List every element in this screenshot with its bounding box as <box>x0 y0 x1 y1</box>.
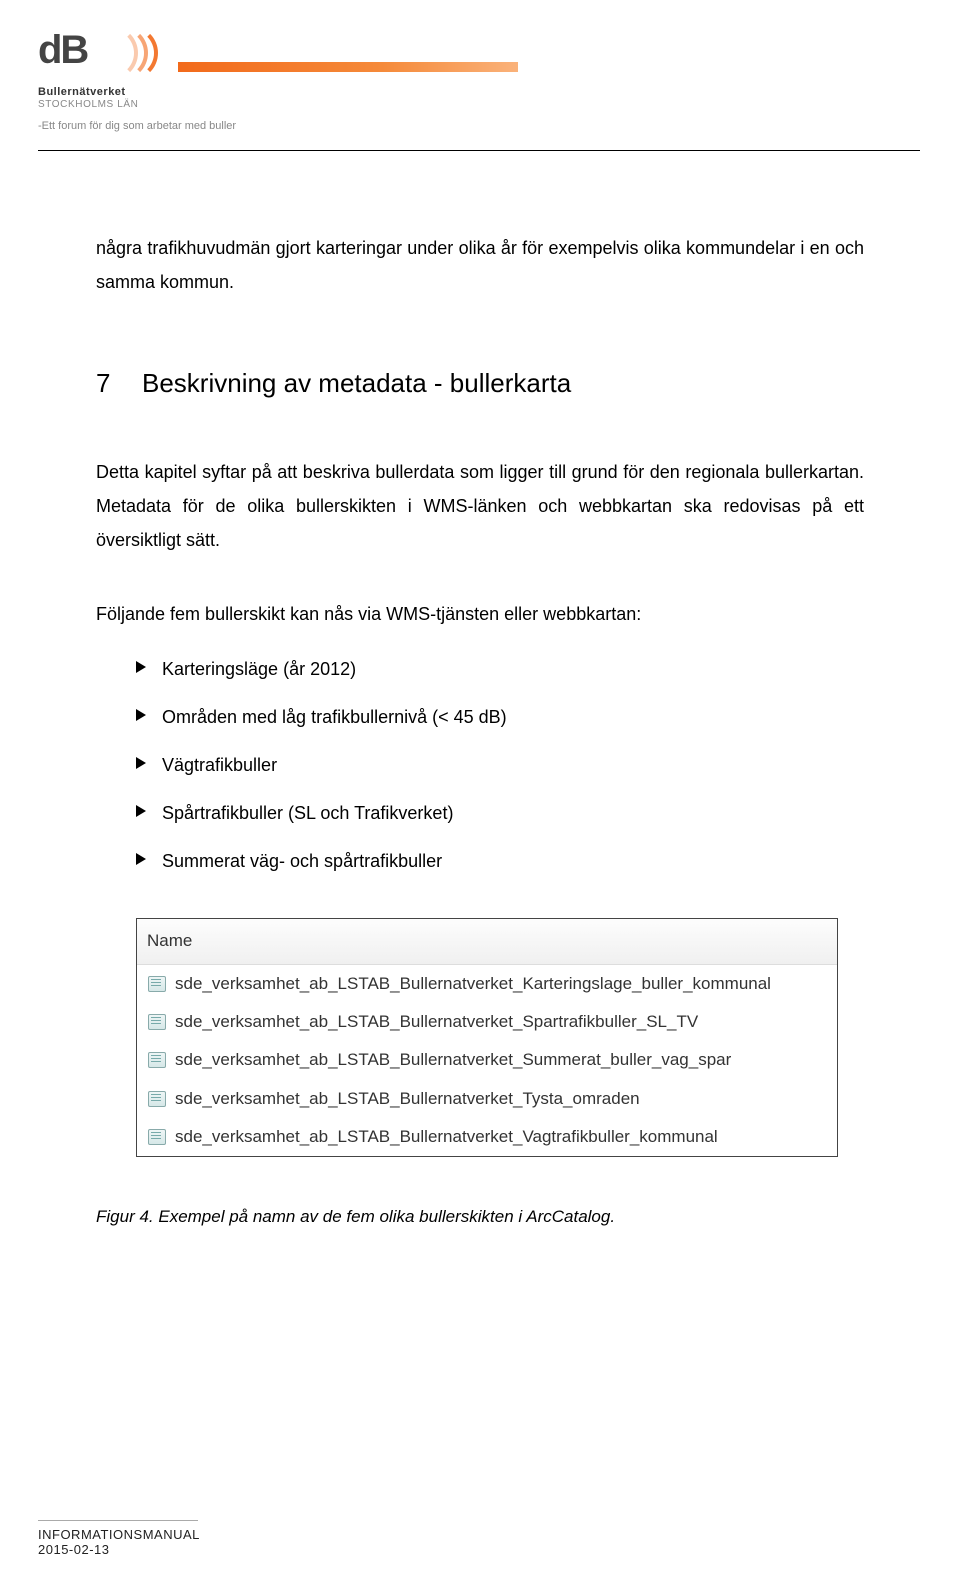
logo-row: dB <box>38 28 960 84</box>
table-row: sde_verksamhet_ab_LSTAB_Bullernatverket_… <box>137 1080 837 1118</box>
chevron-right-icon <box>136 853 146 865</box>
dataset-icon <box>147 1051 167 1069</box>
table-row: sde_verksamhet_ab_LSTAB_Bullernatverket_… <box>137 1118 837 1156</box>
section-heading: 7 Beskrivning av metadata - bullerkarta <box>96 359 864 408</box>
list-item: Områden med låg trafikbullernivå (< 45 d… <box>136 700 864 734</box>
row-label: sde_verksamhet_ab_LSTAB_Bullernatverket_… <box>175 1083 640 1115</box>
paragraph: några trafikhuvudmän gjort karteringar u… <box>96 231 864 299</box>
row-label: sde_verksamhet_ab_LSTAB_Bullernatverket_… <box>175 968 771 1000</box>
catalog-panel: Name sde_verksamhet_ab_LSTAB_Bullernatve… <box>136 918 838 1157</box>
dataset-icon <box>147 1090 167 1108</box>
page: dB Bullernätverket STOCKHOLMS LÄN -Ett f… <box>0 0 960 1593</box>
list-item: Vägtrafikbuller <box>136 748 864 782</box>
brand-bold: Bullernätverket <box>38 86 126 98</box>
paragraph: Detta kapitel syftar på att beskriva bul… <box>96 455 864 558</box>
table-row: sde_verksamhet_ab_LSTAB_Bullernatverket_… <box>137 1003 837 1041</box>
chevron-right-icon <box>136 661 146 673</box>
list-item: Karteringsläge (år 2012) <box>136 652 864 686</box>
brand-tagline: -Ett forum för dig som arbetar med bulle… <box>38 120 960 132</box>
figure-caption: Figur 4. Exempel på namn av de fem olika… <box>96 1201 864 1233</box>
panel-header: Name <box>137 919 837 964</box>
logo-mark: dB <box>38 28 148 84</box>
chevron-right-icon <box>136 757 146 769</box>
chevron-right-icon <box>136 805 146 817</box>
list-item-label: Karteringsläge (år 2012) <box>162 652 356 686</box>
page-header: dB Bullernätverket STOCKHOLMS LÄN -Ett f… <box>0 0 960 132</box>
sound-arc-icon <box>104 26 158 80</box>
dataset-icon <box>147 1128 167 1146</box>
table-row: sde_verksamhet_ab_LSTAB_Bullernatverket_… <box>137 1041 837 1079</box>
dataset-icon <box>147 1013 167 1031</box>
list-item: Summerat väg- och spårtrafikbuller <box>136 844 864 878</box>
dataset-icon <box>147 975 167 993</box>
brand-region: STOCKHOLMS LÄN <box>38 99 960 110</box>
header-accent-bar <box>178 62 518 72</box>
list-item-label: Summerat väg- och spårtrafikbuller <box>162 844 442 878</box>
heading-text: Beskrivning av metadata - bullerkarta <box>142 359 571 408</box>
paragraph: Följande fem bullerskikt kan nås via WMS… <box>96 597 864 631</box>
list-item-label: Vägtrafikbuller <box>162 748 277 782</box>
list-item: Spårtrafikbuller (SL och Trafikverket) <box>136 796 864 830</box>
heading-number: 7 <box>96 359 114 408</box>
row-label: sde_verksamhet_ab_LSTAB_Bullernatverket_… <box>175 1006 698 1038</box>
footer-title: INFORMATIONSMANUAL <box>38 1527 200 1542</box>
footer-date: 2015-02-13 <box>38 1542 200 1557</box>
row-label: sde_verksamhet_ab_LSTAB_Bullernatverket_… <box>175 1044 731 1076</box>
list-item-label: Spårtrafikbuller (SL och Trafikverket) <box>162 796 453 830</box>
document-content: några trafikhuvudmän gjort karteringar u… <box>0 231 960 1234</box>
brand-name: Bullernätverket <box>38 86 960 98</box>
footer-divider <box>38 1520 198 1521</box>
page-footer: INFORMATIONSMANUAL 2015-02-13 <box>38 1520 200 1557</box>
logo-db-icon: dB <box>38 28 87 73</box>
chevron-right-icon <box>136 709 146 721</box>
table-row: sde_verksamhet_ab_LSTAB_Bullernatverket_… <box>137 965 837 1003</box>
list-item-label: Områden med låg trafikbullernivå (< 45 d… <box>162 700 507 734</box>
row-label: sde_verksamhet_ab_LSTAB_Bullernatverket_… <box>175 1121 718 1153</box>
header-divider <box>38 150 920 151</box>
bullet-list: Karteringsläge (år 2012) Områden med låg… <box>96 652 864 879</box>
